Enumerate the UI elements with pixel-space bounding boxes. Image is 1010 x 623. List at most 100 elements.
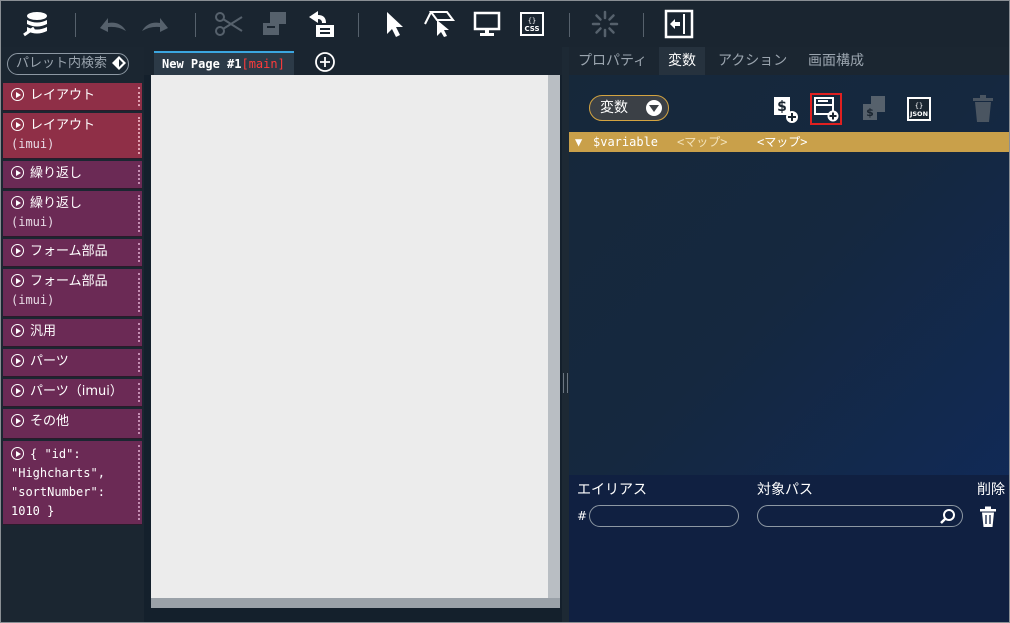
canvas-horizontal-scrollbar[interactable] [151,598,548,608]
page-tab-title: New Page #1 [162,57,242,71]
palette-item-label: パーツ [30,354,69,369]
palette-item-form-imui[interactable]: フォーム部品 (imui) [3,269,142,317]
svg-text:$: $ [777,99,787,115]
toolbar-separator [358,13,359,37]
database-icon[interactable] [21,9,53,39]
play-circle-icon [11,274,24,287]
delete-header: 削除 [977,482,1005,498]
variable-type-select[interactable]: 変数 [589,95,669,121]
palette-item-label: フォーム部品 [30,274,108,289]
design-canvas-frame [151,75,560,608]
undo-icon[interactable] [97,9,129,39]
select-area-icon[interactable] [423,9,455,39]
trash-icon[interactable] [967,93,999,125]
palette-item-label: レイアウト [30,118,96,133]
alias-input[interactable] [589,505,739,527]
palette-item-json-line: "Highcharts", [11,466,105,480]
json-icon[interactable]: {} JSON [903,93,935,125]
paste-icon[interactable] [305,9,337,39]
palette-item-label: レイアウト [30,88,96,103]
tab-actions[interactable]: アクション [709,47,796,75]
page-tabbar: New Page #1[main] [144,47,562,75]
copy-variable-icon[interactable]: $ [858,93,890,125]
palette-item-repeat-imui[interactable]: 繰り返し (imui) [3,191,142,237]
right-panel: プロパティ 変数 アクション 画面構成 変数 $ $ {} JSON ▼ $var… [569,47,1009,622]
tab-properties[interactable]: プロパティ [569,47,656,75]
palette-item-other[interactable]: その他 [3,409,142,439]
page-tab-branch: [main] [241,57,285,71]
variable-row[interactable]: ▼ $variable <マップ> <マップ> [569,132,1009,152]
target-path-header: 対象パス [757,482,813,498]
palette-item-json-line: 1010 } [11,504,55,518]
play-circle-icon [11,166,24,179]
copy-icon[interactable] [259,9,291,39]
add-tab-icon[interactable] [314,51,336,73]
palette-item-label: フォーム部品 [30,244,108,259]
target-path-input[interactable] [757,505,963,527]
palette-item-form[interactable]: フォーム部品 [3,239,142,267]
alias-hash: # [577,509,588,523]
monitor-icon[interactable] [471,9,503,39]
collapse-arrow-icon[interactable]: ▼ [575,132,582,152]
palette-item-label: 繰り返し [30,196,83,211]
palette-item-highcharts[interactable]: { "id": "Highcharts", "sortNumber": 1010… [3,441,142,525]
cut-icon[interactable] [213,9,245,39]
play-circle-icon [11,196,24,209]
alias-section: エイリアス 対象パス 削除 # [569,475,1009,622]
palette-item-layout-imui[interactable]: レイアウト (imui) [3,113,142,159]
palette-item-sub: (imui) [11,293,55,307]
play-circle-icon [11,384,24,397]
canvas-vertical-scrollbar[interactable] [548,75,560,598]
search-icon[interactable] [939,508,957,526]
design-canvas[interactable] [151,75,548,598]
variable-name: $variable [593,135,659,149]
eraser-icon[interactable] [111,55,127,71]
svg-text:{}: {} [528,17,536,25]
exit-panel-icon[interactable] [663,9,695,39]
play-circle-icon [11,324,24,337]
palette-search-placeholder: パレット内検索 [16,56,108,71]
play-circle-icon [11,244,24,257]
tab-variables[interactable]: 変数 [659,47,705,75]
palette-item-label: その他 [30,414,70,429]
css-icon[interactable]: {} CSS [516,9,548,39]
right-panel-tabs: プロパティ 変数 アクション 画面構成 [569,47,1009,75]
add-variable-icon[interactable]: $ [769,93,801,125]
palette-item-sub: (imui) [11,215,55,229]
palette-item-layout[interactable]: レイアウト [3,83,142,111]
tab-screen-structure[interactable]: 画面構成 [799,47,873,75]
palette-panel: パレット内検索 レイアウト レイアウト (imui) 繰り返し 繰り返し (im… [1,47,144,622]
palette-item-json-line: "sortNumber": [11,485,105,499]
palette-item-parts-imui[interactable]: パーツ（imui） [3,379,142,407]
palette-item-label: パーツ（imui） [30,384,123,399]
palette-item-label: 汎用 [30,324,57,339]
play-circle-icon [11,354,24,367]
pointer-icon[interactable] [379,9,411,39]
delete-row-icon[interactable] [979,506,997,528]
palette-item-general[interactable]: 汎用 [3,319,142,347]
json-icon-label: JSON [909,110,928,118]
palette-item-sub: (imui) [11,137,55,151]
variable-value: <マップ> [757,135,808,149]
toolbar-separator [75,13,76,37]
panel-splitter[interactable] [562,47,569,622]
play-circle-icon [11,88,24,101]
redo-icon[interactable] [139,9,171,39]
toolbar-separator [643,13,644,37]
splitter-grip[interactable] [563,373,568,393]
svg-text:$: $ [866,106,874,119]
variable-type-value: 変数 [600,100,628,116]
variable-type: <マップ> [677,135,728,149]
play-circle-icon [11,118,24,131]
palette-item-json-line: { "id": [30,447,81,461]
play-circle-icon [11,447,24,460]
toolbar: {} CSS [1,1,1009,47]
palette-item-repeat[interactable]: 繰り返し [3,161,142,189]
alias-header: エイリアス [577,482,647,498]
palette-item-label: 繰り返し [30,166,83,181]
palette-item-parts[interactable]: パーツ [3,349,142,377]
page-tab[interactable]: New Page #1[main] [154,51,294,75]
toolbar-separator [195,13,196,37]
add-map-variable-icon[interactable] [810,93,842,125]
toolbar-separator [569,13,570,37]
